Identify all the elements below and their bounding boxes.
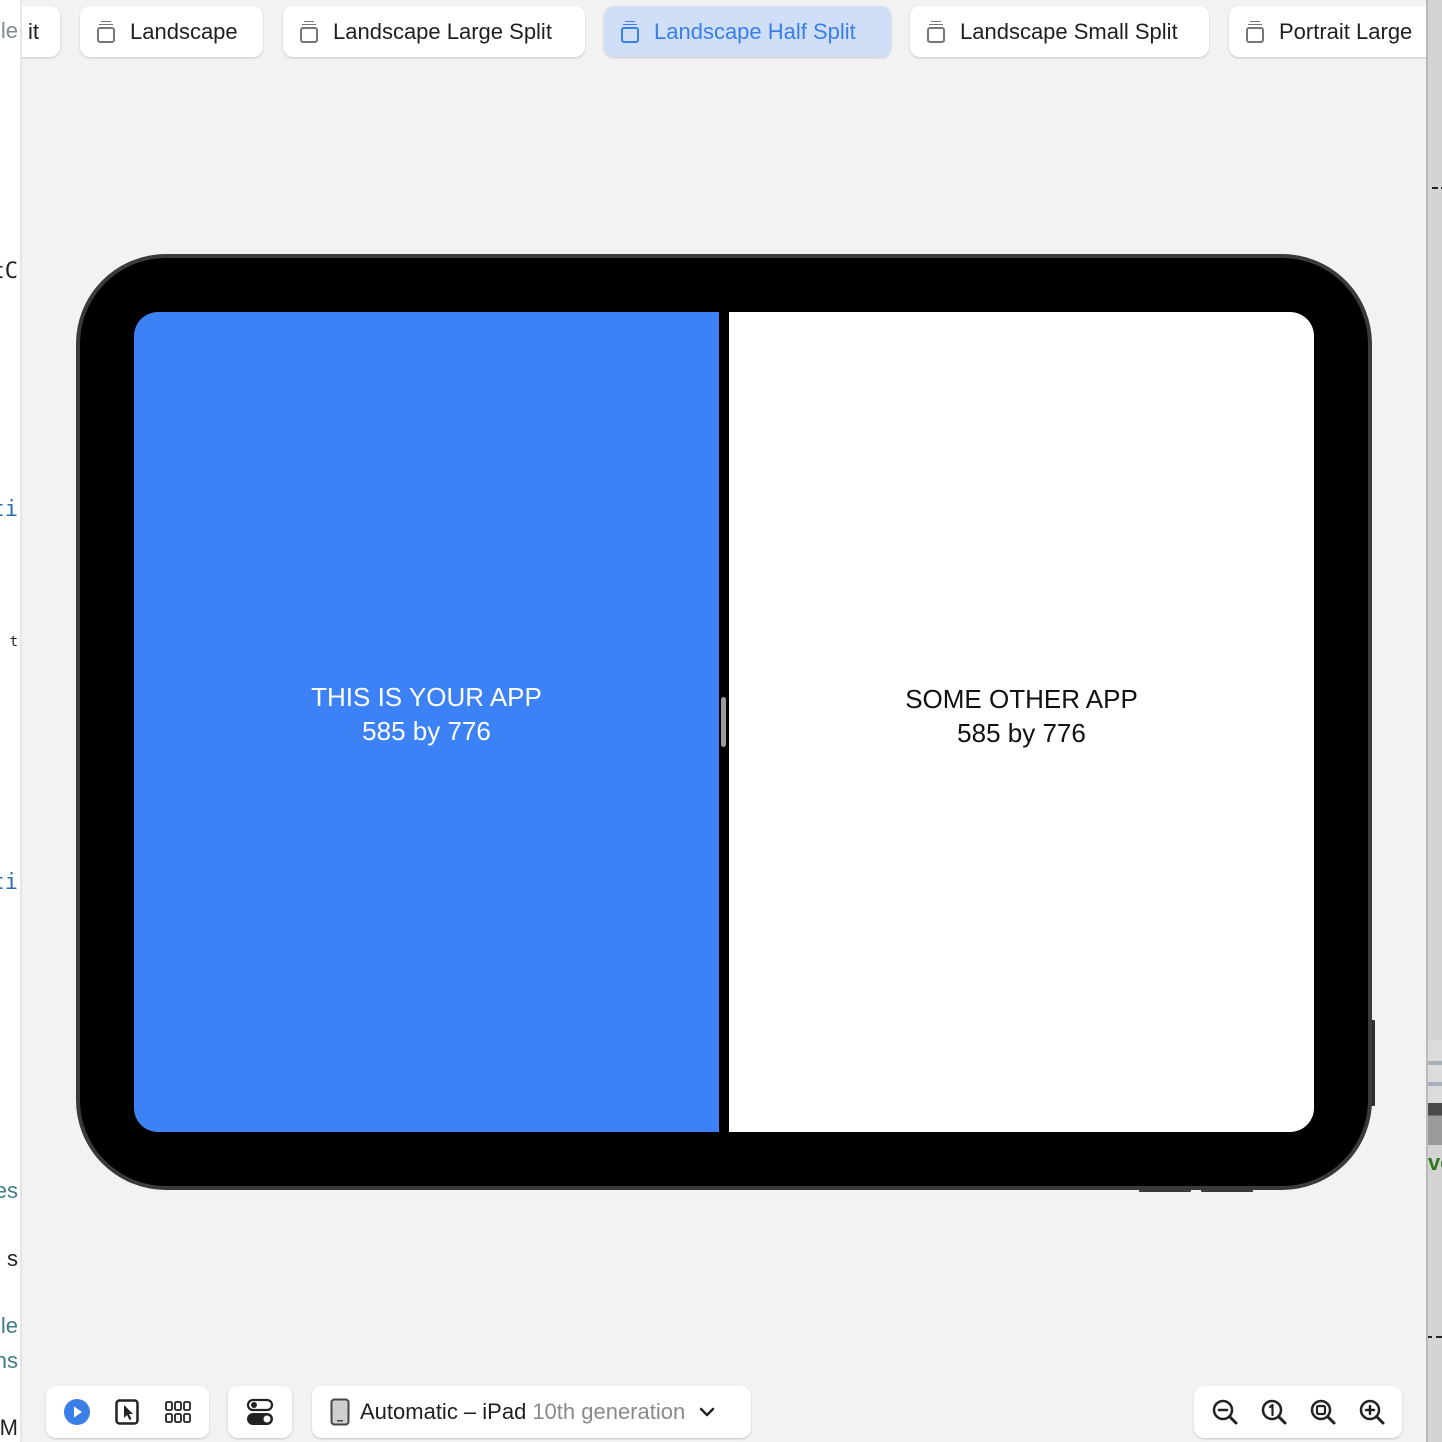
chevron-down-icon	[699, 1407, 715, 1417]
chip-landscape[interactable]: Landscape	[80, 6, 263, 57]
code-fragment: t	[9, 634, 18, 650]
your-app-size: 585 by 776	[362, 716, 491, 746]
device-settings-group	[228, 1386, 292, 1438]
zoom-100-button[interactable]	[1251, 1389, 1297, 1435]
chip-portrait-large[interactable]: Portrait Large	[1229, 6, 1426, 57]
dash-mark	[1428, 1336, 1432, 1338]
ipad-icon	[330, 1398, 350, 1426]
other-app-pane: SOME OTHER APP 585 by 776	[729, 312, 1314, 1132]
zoom-out-icon	[1212, 1399, 1237, 1425]
chip-label: Landscape	[130, 18, 238, 44]
variants-mode-button[interactable]	[155, 1389, 201, 1435]
code-fragment: ns	[0, 1348, 18, 1373]
code-fragment: ti	[0, 870, 18, 895]
preview-mode-group	[46, 1386, 209, 1438]
code-fragment: s	[7, 1246, 18, 1271]
editor-divider[interactable]	[20, 0, 22, 1442]
play-circle-icon	[64, 1399, 91, 1425]
chip-label: Landscape Large Split	[333, 18, 552, 44]
device-stack-icon	[1245, 20, 1267, 44]
inspector-fragment: ve	[1428, 1150, 1442, 1175]
device-stack-icon	[620, 20, 642, 44]
zoom-to-fit-button[interactable]	[1300, 1389, 1346, 1435]
zoom-100-icon	[1261, 1399, 1286, 1425]
inspector-edge: ve	[1426, 0, 1442, 1442]
chip-label: Landscape Small Split	[960, 18, 1178, 44]
device-stack-icon	[96, 20, 118, 44]
device-settings-button[interactable]	[237, 1389, 283, 1435]
chip-portrait-split[interactable]: it	[22, 6, 60, 57]
code-fragment: es	[0, 1178, 18, 1203]
zoom-to-fit-icon	[1310, 1399, 1335, 1425]
code-fragment: ti	[0, 497, 18, 522]
live-mode-button[interactable]	[54, 1389, 100, 1435]
your-app-pane[interactable]: THIS IS YOUR APP 585 by 776	[134, 312, 719, 1132]
chip-label: Landscape Half Split	[654, 18, 856, 44]
variants-grid-icon	[164, 1401, 191, 1423]
device-picker[interactable]: Automatic – iPad 10th generation	[312, 1386, 751, 1438]
cursor-select-icon	[115, 1399, 140, 1425]
other-app-title: SOME OTHER APP	[905, 684, 1138, 714]
chip-landscape-half-split[interactable]: Landscape Half Split	[604, 6, 891, 57]
inspector-thumbnail	[1428, 1040, 1442, 1145]
selectable-mode-button[interactable]	[104, 1389, 150, 1435]
zoom-in-icon	[1359, 1399, 1384, 1425]
code-fragment: tC	[0, 259, 18, 284]
chip-label: it	[28, 18, 39, 44]
device-settings-toggle-icon	[246, 1398, 274, 1425]
device-stack-icon	[926, 20, 948, 44]
code-fragment: le	[0, 18, 18, 43]
code-editor-edge: le tC ti t ti es s le ns eM	[0, 0, 20, 1442]
code-fragment: le	[0, 1313, 18, 1338]
zoom-out-button[interactable]	[1202, 1389, 1248, 1435]
layout-chip-bar: it Landscape Landscape Large Split Lands…	[22, 0, 1426, 70]
chip-landscape-large-split[interactable]: Landscape Large Split	[283, 6, 585, 57]
chip-landscape-small-split[interactable]: Landscape Small Split	[910, 6, 1209, 57]
dash-mark	[1436, 1336, 1442, 1338]
chip-label: Portrait Large	[1279, 18, 1413, 44]
device-name: Automatic – iPad	[360, 1399, 527, 1424]
device-stack-icon	[299, 20, 321, 44]
zoom-controls-group	[1194, 1386, 1402, 1438]
dash-mark	[1432, 187, 1438, 189]
your-app-title: THIS IS YOUR APP	[311, 682, 542, 712]
split-divider-handle[interactable]	[721, 697, 726, 747]
zoom-in-button[interactable]	[1349, 1389, 1395, 1435]
code-fragment: eM	[0, 1415, 18, 1440]
other-app-size: 585 by 776	[957, 718, 1086, 748]
device-detail: 10th generation	[532, 1399, 686, 1424]
